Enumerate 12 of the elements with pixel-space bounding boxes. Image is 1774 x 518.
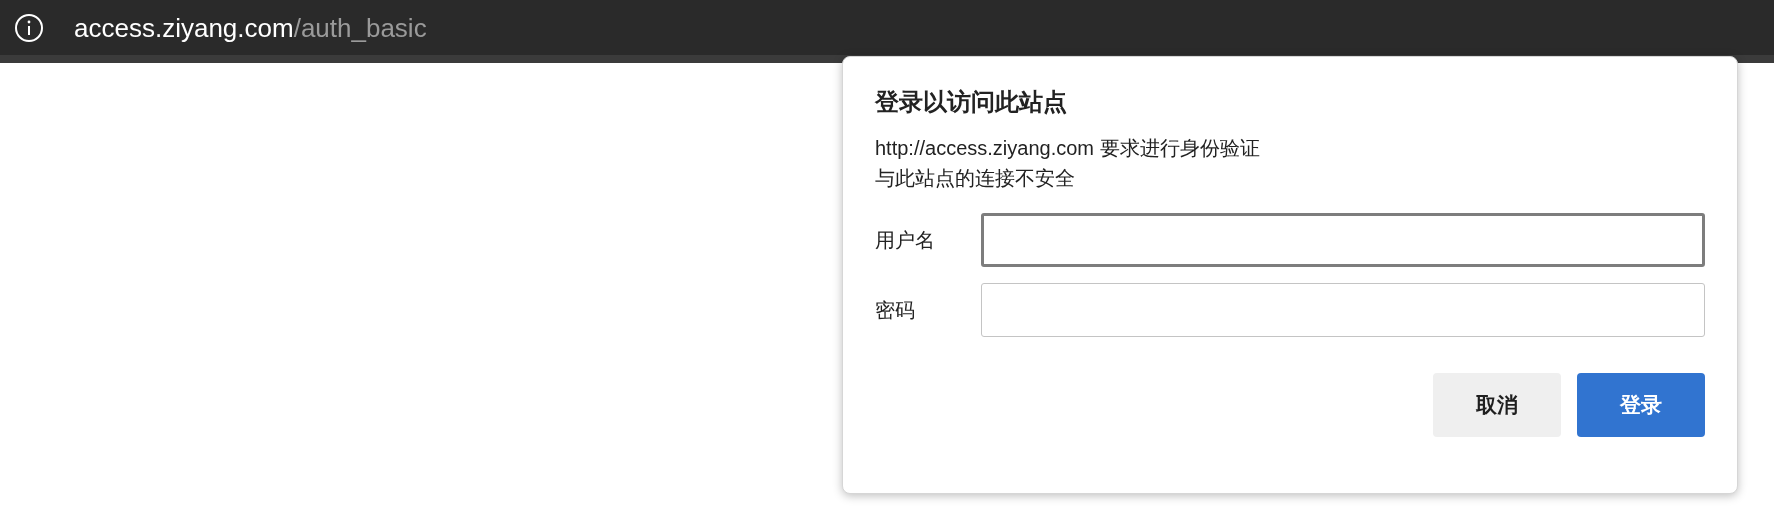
login-button[interactable]: 登录 <box>1577 373 1705 437</box>
url-host: access.ziyang.com <box>74 14 294 41</box>
input-field[interactable] <box>980 213 1705 267</box>
dialog-message: http://access.ziyang.com 要求进行身份验证 <box>875 136 1261 161</box>
url-path: /auth_basic <box>293 14 427 41</box>
dialog-title: 登录以访问此站点 <box>875 87 1068 117</box>
dialog-message: 与此站点的连接不安全 <box>875 166 1076 191</box>
field-label: 密码 <box>875 298 916 323</box>
cancel-button[interactable]: 取消 <box>1433 373 1561 437</box>
info-icon[interactable] <box>13 11 45 44</box>
field-label: 用户名 <box>875 228 936 253</box>
input-field[interactable] <box>980 283 1705 337</box>
